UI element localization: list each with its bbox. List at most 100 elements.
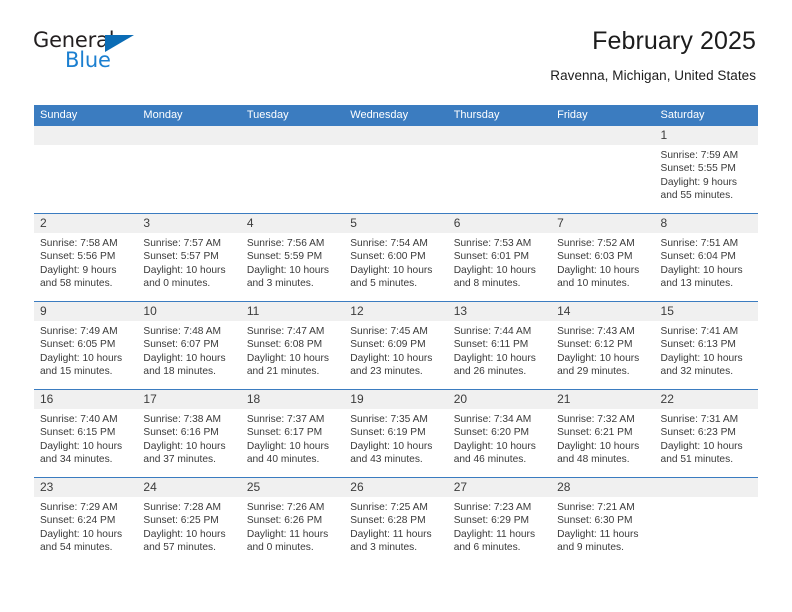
day-number-strip: 15 [654,302,758,321]
daylight-text-line1: Daylight: 10 hours [350,352,433,364]
day-cell[interactable]: 10 Sunrise: 7:48 AM Sunset: 6:07 PM Dayl… [137,302,241,389]
daylight-text-line2: and 21 minutes. [246,366,320,378]
day-cell[interactable]: 8 Sunrise: 7:51 AM Sunset: 6:04 PM Dayli… [654,214,758,301]
daylight-text-line1: Daylight: 11 hours [350,528,432,540]
sunset-text: Sunset: 6:01 PM [453,251,530,263]
sunrise-text: Sunrise: 7:59 AM [660,150,739,161]
week-row: 23 Sunrise: 7:29 AM Sunset: 6:24 PM Dayl… [34,478,758,565]
daylight-text-line2: and 8 minutes. [453,278,521,290]
sunrise-text: Sunrise: 7:35 AM [350,414,428,425]
day-number: 6 [453,216,461,230]
day-cell[interactable]: 26 Sunrise: 7:25 AM Sunset: 6:28 PM Dayl… [344,478,448,565]
sunrise-text: Sunrise: 7:23 AM [453,502,532,513]
day-number-strip: 24 [137,478,241,497]
day-number-strip: 6 [447,214,552,233]
daylight-text-line1: Daylight: 10 hours [143,264,226,276]
day-cell[interactable]: 16 Sunrise: 7:40 AM Sunset: 6:15 PM Dayl… [34,390,138,477]
daylight-text-line2: and 32 minutes. [660,366,734,378]
daylight-text-line1: Daylight: 11 hours [557,528,639,540]
week-row: 2 Sunrise: 7:58 AM Sunset: 5:56 PM Dayli… [34,214,758,302]
day-cell[interactable]: 9 Sunrise: 7:49 AM Sunset: 6:05 PM Dayli… [34,302,138,389]
day-cell[interactable]: 14 Sunrise: 7:43 AM Sunset: 6:12 PM Dayl… [551,302,655,389]
day-number: 16 [40,392,54,406]
day-cell[interactable]: 21 Sunrise: 7:32 AM Sunset: 6:21 PM Dayl… [551,390,655,477]
day-cell[interactable] [654,478,758,565]
day-cell[interactable]: 28 Sunrise: 7:21 AM Sunset: 6:30 PM Dayl… [551,478,655,565]
day-cell[interactable]: 24 Sunrise: 7:28 AM Sunset: 6:25 PM Dayl… [137,478,241,565]
day-info [551,145,654,149]
day-info: Sunrise: 7:21 AM Sunset: 6:30 PM Dayligh… [551,497,654,555]
sunrise-text: Sunrise: 7:53 AM [453,238,532,249]
sunrise-text: Sunrise: 7:44 AM [453,326,532,337]
day-info: Sunrise: 7:35 AM Sunset: 6:19 PM Dayligh… [344,409,447,467]
day-cell[interactable]: 3 Sunrise: 7:57 AM Sunset: 5:57 PM Dayli… [137,214,241,301]
day-info: Sunrise: 7:47 AM Sunset: 6:08 PM Dayligh… [241,321,344,379]
day-cell[interactable]: 25 Sunrise: 7:26 AM Sunset: 6:26 PM Dayl… [240,478,345,565]
day-cell[interactable]: 12 Sunrise: 7:45 AM Sunset: 6:09 PM Dayl… [344,302,448,389]
sunrise-text: Sunrise: 7:49 AM [40,326,118,337]
day-info: Sunrise: 7:58 AM Sunset: 5:56 PM Dayligh… [34,233,137,291]
day-cell[interactable]: 4 Sunrise: 7:56 AM Sunset: 5:59 PM Dayli… [240,214,345,301]
day-cell[interactable]: 5 Sunrise: 7:54 AM Sunset: 6:00 PM Dayli… [344,214,448,301]
day-cell[interactable]: 6 Sunrise: 7:53 AM Sunset: 6:01 PM Dayli… [447,214,552,301]
sunrise-text: Sunrise: 7:47 AM [246,326,325,337]
day-cell[interactable] [137,126,241,213]
day-info: Sunrise: 7:51 AM Sunset: 6:04 PM Dayligh… [655,233,758,291]
day-info [241,145,344,149]
day-cell[interactable] [447,126,552,213]
day-number-strip: 9 [34,302,138,321]
logo-text-blue: Blue [65,48,111,72]
daylight-text-line1: Daylight: 10 hours [557,352,640,364]
daylight-text-line1: Daylight: 10 hours [557,440,640,452]
daylight-text-line2: and 48 minutes. [557,454,630,466]
daylight-text-line1: Daylight: 10 hours [453,440,536,452]
day-cell[interactable]: 11 Sunrise: 7:47 AM Sunset: 6:08 PM Dayl… [240,302,345,389]
day-info: Sunrise: 7:34 AM Sunset: 6:20 PM Dayligh… [448,409,551,467]
day-number-strip [344,126,448,145]
day-cell[interactable]: 22 Sunrise: 7:31 AM Sunset: 6:23 PM Dayl… [654,390,758,477]
sunrise-text: Sunrise: 7:41 AM [660,326,739,337]
sunset-text: Sunset: 5:56 PM [40,251,116,263]
day-cell[interactable]: 23 Sunrise: 7:29 AM Sunset: 6:24 PM Dayl… [34,478,138,565]
day-number-strip: 10 [137,302,241,321]
daylight-text-line2: and 0 minutes. [246,542,314,554]
day-cell[interactable]: 15 Sunrise: 7:41 AM Sunset: 6:13 PM Dayl… [654,302,758,389]
day-cell[interactable]: 18 Sunrise: 7:37 AM Sunset: 6:17 PM Dayl… [240,390,345,477]
day-info [34,145,137,149]
day-number-strip: 16 [34,390,138,409]
day-info [655,497,758,501]
day-number-strip: 13 [447,302,552,321]
day-cell[interactable] [551,126,655,213]
day-cell[interactable] [34,126,138,213]
daylight-text-line2: and 43 minutes. [350,454,423,466]
day-number-strip: 18 [240,390,345,409]
day-cell[interactable]: 19 Sunrise: 7:35 AM Sunset: 6:19 PM Dayl… [344,390,448,477]
daylight-text-line1: Daylight: 10 hours [350,440,433,452]
day-cell[interactable]: 13 Sunrise: 7:44 AM Sunset: 6:11 PM Dayl… [447,302,552,389]
day-cell[interactable]: 20 Sunrise: 7:34 AM Sunset: 6:20 PM Dayl… [447,390,552,477]
sunset-text: Sunset: 6:03 PM [557,251,633,263]
sunset-text: Sunset: 6:12 PM [557,339,633,351]
sunset-text: Sunset: 6:05 PM [40,339,116,351]
day-cell[interactable] [240,126,345,213]
day-cell[interactable] [344,126,448,213]
sunset-text: Sunset: 6:04 PM [660,251,736,263]
daylight-text-line2: and 3 minutes. [350,542,418,554]
day-info: Sunrise: 7:59 AM Sunset: 5:55 PM Dayligh… [655,145,758,203]
day-cell[interactable]: 2 Sunrise: 7:58 AM Sunset: 5:56 PM Dayli… [34,214,138,301]
day-info: Sunrise: 7:41 AM Sunset: 6:13 PM Dayligh… [655,321,758,379]
day-cell[interactable]: 7 Sunrise: 7:52 AM Sunset: 6:03 PM Dayli… [551,214,655,301]
daylight-text-line2: and 40 minutes. [246,454,320,466]
day-cell[interactable]: 1 Sunrise: 7:59 AM Sunset: 5:55 PM Dayli… [654,126,758,213]
day-number: 23 [40,480,54,494]
day-cell[interactable]: 27 Sunrise: 7:23 AM Sunset: 6:29 PM Dayl… [447,478,552,565]
day-cell[interactable]: 17 Sunrise: 7:38 AM Sunset: 6:16 PM Dayl… [137,390,241,477]
day-number-strip: 1 [654,126,758,145]
daylight-text-line2: and 23 minutes. [350,366,423,378]
sunset-text: Sunset: 6:26 PM [246,515,323,527]
daylight-text-line1: Daylight: 10 hours [143,352,226,364]
sunrise-text: Sunrise: 7:29 AM [40,502,118,513]
day-info: Sunrise: 7:31 AM Sunset: 6:23 PM Dayligh… [655,409,758,467]
general-blue-logo[interactable]: General Blue [33,28,153,74]
day-info: Sunrise: 7:56 AM Sunset: 5:59 PM Dayligh… [241,233,344,291]
